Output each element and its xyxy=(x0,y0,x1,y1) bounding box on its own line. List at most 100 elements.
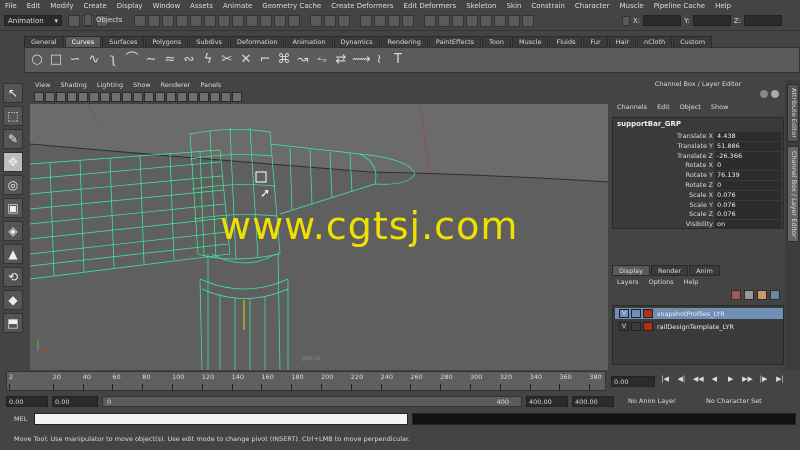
channel-menu-object[interactable]: Object xyxy=(675,103,706,115)
mask-rendering-icon[interactable] xyxy=(218,15,230,27)
layer-color-swatch[interactable] xyxy=(643,322,653,331)
arc-curve-icon[interactable]: ⌒ xyxy=(124,52,140,68)
isolate-select-icon[interactable] xyxy=(232,92,242,102)
channel-menu-edit[interactable]: Edit xyxy=(652,103,675,115)
step-back-key-icon[interactable]: ◀◀ xyxy=(693,375,704,387)
camera-attributes-icon[interactable] xyxy=(45,92,55,102)
render-settings-icon[interactable] xyxy=(402,15,414,27)
new-layer-icon[interactable] xyxy=(744,290,754,300)
circle-icon[interactable]: ○ xyxy=(29,52,45,68)
menu-skeleton[interactable]: Skeleton xyxy=(461,2,501,10)
cv-curve-icon[interactable]: ∽ xyxy=(67,52,83,68)
mode-selector[interactable]: Animation ▾ xyxy=(4,15,62,26)
step-forward-frame-icon[interactable]: |▶ xyxy=(759,375,769,387)
mask-joints-icon[interactable] xyxy=(148,15,160,27)
shelf-tab-custom[interactable]: Custom xyxy=(673,36,713,47)
z-field[interactable] xyxy=(744,15,783,26)
step-forward-key-icon[interactable]: ▶▶ xyxy=(742,375,753,387)
rotate-tool-icon[interactable]: ◎ xyxy=(3,175,23,195)
mask-handles-icon[interactable] xyxy=(134,15,146,27)
menu-muscle[interactable]: Muscle xyxy=(614,2,648,10)
intersect-curves-icon[interactable]: ✕ xyxy=(238,52,254,68)
anim-layer-label[interactable]: No Anim Layer xyxy=(628,397,676,405)
select-tool-icon[interactable]: ↖ xyxy=(3,83,23,103)
input-ops-icon[interactable] xyxy=(310,15,322,27)
end-time-field[interactable]: 400.00 xyxy=(572,396,614,407)
layer-row[interactable]: VrailDesignTemplate_LYR xyxy=(615,321,783,332)
shelf-tab-polygons[interactable]: Polygons xyxy=(145,36,189,47)
viewport-persp[interactable]: www.cgtsj.com persp ➚ xyxy=(30,104,608,370)
go-to-end-icon[interactable]: ▶| xyxy=(775,375,785,387)
menu-assets[interactable]: Assets xyxy=(185,2,218,10)
go-to-start-icon[interactable]: |◀ xyxy=(660,375,670,387)
wireframe-icon[interactable] xyxy=(155,92,165,102)
menu-display[interactable]: Display xyxy=(112,2,148,10)
channel-row-scale-y[interactable]: Scale Y 0.076 xyxy=(613,200,783,211)
menu-create[interactable]: Create xyxy=(78,2,111,10)
menu-geometry-cache[interactable]: Geometry Cache xyxy=(257,2,326,10)
tab-attribute-editor[interactable]: Attribute Editor xyxy=(787,84,799,142)
layer-playback-toggle[interactable] xyxy=(631,309,641,318)
mask-surfaces-icon[interactable] xyxy=(176,15,188,27)
graph-editor-icon[interactable] xyxy=(438,15,450,27)
layout-single-icon[interactable]: ⬒ xyxy=(3,313,23,333)
channel-row-rotate-z[interactable]: Rotate Z0 xyxy=(613,181,783,191)
film-gate-icon[interactable] xyxy=(89,92,99,102)
use-all-lights-icon[interactable] xyxy=(199,92,209,102)
cut-curves-icon[interactable]: ✂ xyxy=(219,52,235,68)
layer-menu-help[interactable]: Help xyxy=(679,278,704,288)
command-input[interactable] xyxy=(34,413,408,425)
layer-color-swatch[interactable] xyxy=(643,309,653,318)
start-time-field[interactable]: 0.00 xyxy=(6,396,48,407)
new-layer-selected-icon[interactable] xyxy=(757,290,767,300)
menu-create-deformers[interactable]: Create Deformers xyxy=(326,2,398,10)
channel-value[interactable]: 0.076 xyxy=(715,200,781,210)
menu-constrain[interactable]: Constrain xyxy=(526,2,570,10)
shelf-tab-ncloth[interactable]: nCloth xyxy=(637,36,673,47)
menu-modify[interactable]: Modify xyxy=(45,2,78,10)
layer-options-icon[interactable] xyxy=(731,290,741,300)
channel-value[interactable]: 0 xyxy=(715,181,781,190)
channel-menu-show[interactable]: Show xyxy=(706,103,734,115)
lasso-tool-icon[interactable]: ⬚ xyxy=(3,106,23,126)
play-forwards-icon[interactable]: ▶ xyxy=(726,375,736,387)
mask-dynamics-icon[interactable] xyxy=(204,15,216,27)
layer-move-icon[interactable] xyxy=(770,290,780,300)
resolution-gate-icon[interactable] xyxy=(100,92,110,102)
shelf-tab-fur[interactable]: Fur xyxy=(583,36,608,47)
snap-point-icon[interactable] xyxy=(260,15,272,27)
universal-manip-icon[interactable]: ◈ xyxy=(3,221,23,241)
shelf-tab-toon[interactable]: Toon xyxy=(482,36,511,47)
tab-channel-box[interactable]: Channel Box / Layer Editor xyxy=(787,146,799,242)
scale-tool-icon[interactable]: ▣ xyxy=(3,198,23,218)
toggle-icon[interactable] xyxy=(760,90,768,98)
show-manip-icon[interactable]: ⟲ xyxy=(3,267,23,287)
viewport-menu-lighting[interactable]: Lighting xyxy=(92,81,128,89)
shelf-tab-curves[interactable]: Curves xyxy=(64,36,102,47)
menu-help[interactable]: Help xyxy=(710,2,736,10)
shelf-tab-subdivs[interactable]: Subdivs xyxy=(189,36,229,47)
mask-curves-icon[interactable] xyxy=(162,15,174,27)
xray-icon[interactable] xyxy=(221,92,231,102)
gate-mask-icon[interactable] xyxy=(111,92,121,102)
channel-value[interactable]: 51.886 xyxy=(715,141,781,151)
shelf-tab-surfaces[interactable]: Surfaces xyxy=(102,36,145,47)
layer-menu-layers[interactable]: Layers xyxy=(612,278,644,288)
soft-mod-icon[interactable]: ▲ xyxy=(3,244,23,264)
layer-tab-display[interactable]: Display xyxy=(612,265,650,276)
attribute-editor-icon[interactable] xyxy=(480,15,492,27)
pencil-curve-icon[interactable]: ʅ xyxy=(105,52,121,68)
extend-curve-icon[interactable]: ↝ xyxy=(295,52,311,68)
offset-curve-icon[interactable]: ⥊ xyxy=(314,52,330,68)
viewport-menu-shading[interactable]: Shading xyxy=(55,81,91,89)
layer-playback-toggle[interactable] xyxy=(631,322,641,331)
layer-visibility-toggle[interactable]: V xyxy=(619,322,629,331)
tool-settings-icon[interactable] xyxy=(494,15,506,27)
selection-mode-icon[interactable] xyxy=(84,14,92,26)
channel-row-visibility[interactable]: Visibility on xyxy=(613,220,783,230)
viewport-menu-panels[interactable]: Panels xyxy=(195,81,226,89)
snap-view-plane-icon[interactable] xyxy=(274,15,286,27)
field-chart-icon[interactable] xyxy=(122,92,132,102)
shelf-tab-hair[interactable]: Hair xyxy=(608,36,637,47)
grid-icon[interactable] xyxy=(78,92,88,102)
